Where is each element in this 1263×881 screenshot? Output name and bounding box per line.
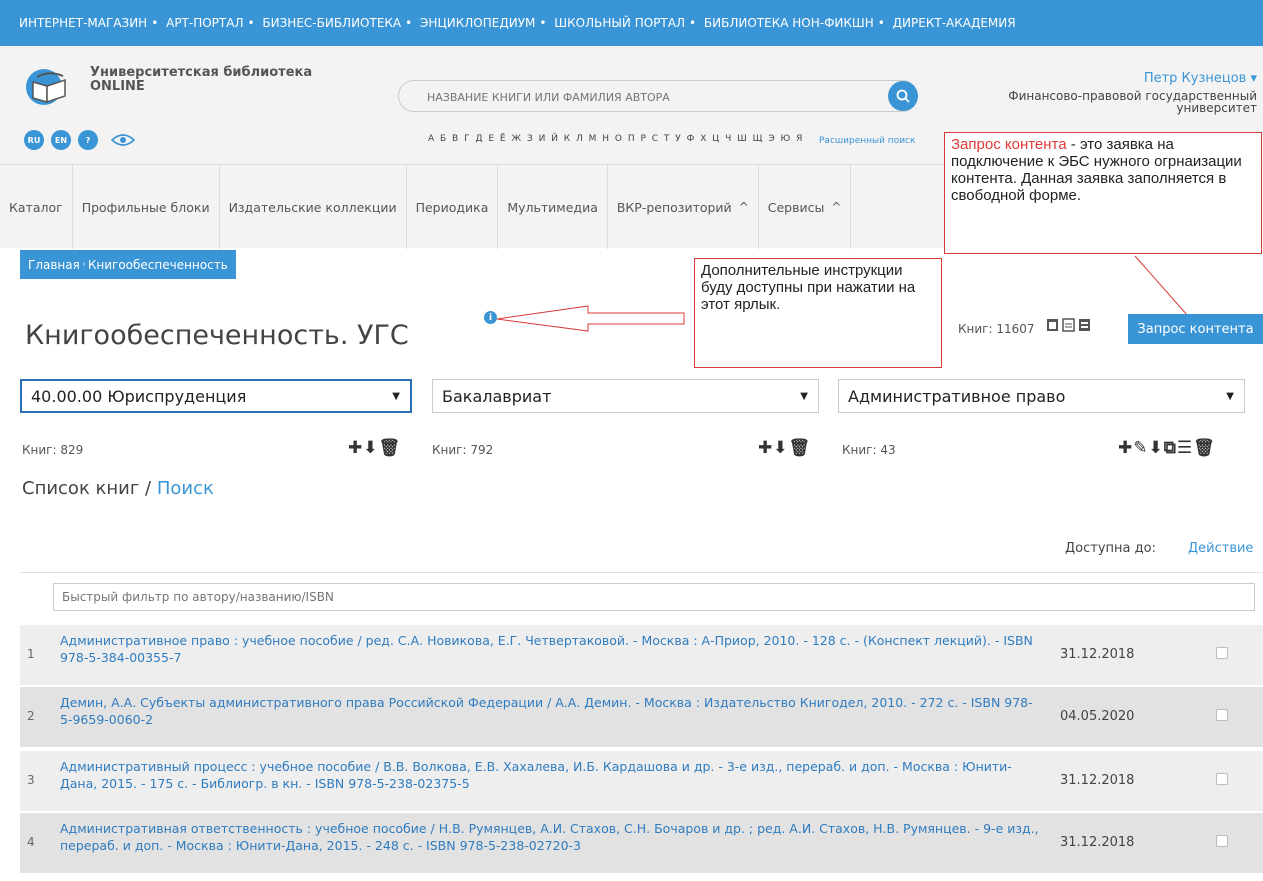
portal-link-shop[interactable]: ИНТЕРНЕТ-МАГАЗИН bbox=[19, 16, 147, 30]
table-row: 3 Административный процесс : учебное пос… bbox=[20, 751, 1263, 811]
help-button[interactable]: ? bbox=[78, 130, 98, 150]
language-switcher: RU EN ? bbox=[24, 130, 135, 150]
table-row: 4 Административная ответственность : уче… bbox=[20, 813, 1263, 873]
nav-multimedia[interactable]: Мультимедиа bbox=[498, 165, 608, 249]
chevron-up-icon: ^ bbox=[831, 200, 842, 214]
table-row: 1 Административное право : учебное пособ… bbox=[20, 625, 1263, 685]
info-icon[interactable]: i bbox=[484, 311, 497, 324]
search-icon bbox=[896, 89, 910, 103]
book-link[interactable]: Административная ответственность : учебн… bbox=[60, 820, 1045, 854]
breadcrumb: Главная › Книгообеспеченность bbox=[20, 250, 236, 279]
table-row: 2 Демин, А.А. Субъекты административного… bbox=[20, 687, 1263, 747]
column-header-available-until: Доступна до: bbox=[1065, 541, 1156, 556]
book-link[interactable]: Административное право : учебное пособие… bbox=[60, 632, 1045, 666]
user-menu[interactable]: Петр Кузнецов ▾ bbox=[1144, 71, 1257, 86]
alphabet-index[interactable]: А Б В Г Д Е Ё Ж З И Й К Л М Н О П Р С Т … bbox=[428, 134, 804, 144]
top-portal-bar: ИНТЕРНЕТ-МАГАЗИН • АРТ-ПОРТАЛ • БИЗНЕС-БИБ… bbox=[0, 0, 1263, 46]
quick-filter-row bbox=[20, 572, 1263, 624]
available-until-date: 04.05.2020 bbox=[1060, 709, 1135, 724]
row-number: 2 bbox=[27, 709, 35, 723]
document-icon[interactable] bbox=[1062, 318, 1075, 332]
level-book-count: Книг: 792 bbox=[432, 443, 494, 457]
advanced-search-link[interactable]: Расширенный поиск bbox=[819, 136, 915, 146]
book-link[interactable]: Демин, А.А. Субъекты административного п… bbox=[60, 694, 1045, 728]
breadcrumb-current[interactable]: Книгообеспеченность bbox=[88, 258, 228, 272]
row-checkbox[interactable] bbox=[1216, 835, 1228, 847]
book-list-title: Список книг / Поиск bbox=[22, 478, 214, 499]
available-until-date: 31.12.2018 bbox=[1060, 773, 1135, 788]
portal-link-business[interactable]: БИЗНЕС-БИБЛИОТЕКА bbox=[262, 16, 401, 30]
discipline-book-count: Книг: 43 bbox=[842, 443, 896, 457]
eye-icon[interactable] bbox=[111, 133, 135, 147]
content-request-button[interactable]: Запрос контента bbox=[1128, 314, 1263, 344]
excel-icon[interactable] bbox=[1046, 318, 1059, 332]
portal-link-art[interactable]: АРТ-ПОРТАЛ bbox=[166, 16, 243, 30]
nav-profile-blocks[interactable]: Профильные блоки bbox=[73, 165, 220, 249]
nav-publisher-collections[interactable]: Издательские коллекции bbox=[220, 165, 407, 249]
nav-periodicals[interactable]: Периодика bbox=[407, 165, 499, 249]
column-header-action[interactable]: Действие bbox=[1188, 541, 1253, 556]
specialty-select[interactable]: 40.00.00 Юриспруденция ▼ bbox=[20, 379, 412, 413]
dropdown-arrow-icon: ▼ bbox=[392, 390, 400, 402]
library-logo-text[interactable]: Университетская библиотека ONLINE bbox=[90, 66, 312, 94]
book-link[interactable]: Административный процесс : учебное пособ… bbox=[60, 758, 1045, 792]
nav-catalog[interactable]: Каталог bbox=[0, 165, 73, 249]
page-title: Книгообеспеченность. УГС bbox=[25, 320, 409, 351]
row-checkbox[interactable] bbox=[1216, 647, 1228, 659]
portal-link-encyclopedia[interactable]: ЭНЦИКЛОПЕДИУМ bbox=[420, 16, 535, 30]
row-number: 3 bbox=[27, 773, 35, 787]
available-until-date: 31.12.2018 bbox=[1060, 835, 1135, 850]
available-until-date: 31.12.2018 bbox=[1060, 647, 1135, 662]
nav-services[interactable]: Сервисы ^ bbox=[759, 165, 852, 249]
specialty-book-count: Книг: 829 bbox=[22, 443, 84, 457]
export-icons bbox=[1046, 318, 1091, 332]
row-checkbox[interactable] bbox=[1216, 773, 1228, 785]
chevron-up-icon: ^ bbox=[738, 200, 749, 214]
content-request-callout: Запрос контента - это заявка на подключе… bbox=[944, 132, 1262, 254]
portal-link-direct-academy[interactable]: ДИРЕКТ-АКАДЕМИЯ bbox=[893, 16, 1016, 30]
lang-ru-button[interactable]: RU bbox=[24, 130, 44, 150]
user-organization: Финансово-правовой государственный униве… bbox=[1008, 89, 1257, 115]
row-number: 4 bbox=[27, 835, 35, 849]
row-number: 1 bbox=[27, 647, 35, 661]
breadcrumb-home[interactable]: Главная bbox=[28, 258, 80, 272]
level-select[interactable]: Бакалавриат ▼ bbox=[432, 379, 819, 413]
info-callout: Дополнительные инструкции буду доступны … bbox=[694, 258, 942, 368]
portal-link-nonfiction[interactable]: БИБЛИОТЕКА НОН-ФИКШН bbox=[704, 16, 874, 30]
search-button[interactable] bbox=[888, 81, 918, 111]
dropdown-arrow-icon: ▼ bbox=[1226, 390, 1234, 402]
level-tools[interactable]: ✚⬇🗑 bbox=[758, 438, 811, 458]
discipline-tools[interactable]: ✚✎⬇⧉☰🗑 bbox=[1118, 438, 1216, 458]
search-box bbox=[398, 80, 918, 112]
quick-filter-input[interactable] bbox=[53, 583, 1255, 611]
search-input[interactable] bbox=[427, 89, 867, 105]
lang-en-button[interactable]: EN bbox=[51, 130, 71, 150]
discipline-select[interactable]: Административное право ▼ bbox=[838, 379, 1245, 413]
row-checkbox[interactable] bbox=[1216, 709, 1228, 721]
library-logo-icon[interactable] bbox=[25, 68, 73, 106]
portal-link-school[interactable]: ШКОЛЬНЫЙ ПОРТАЛ bbox=[554, 16, 685, 30]
dropdown-arrow-icon: ▼ bbox=[800, 390, 808, 402]
nav-vkr-repository[interactable]: ВКР-репозиторий ^ bbox=[608, 165, 759, 249]
list-search-link[interactable]: Поиск bbox=[157, 478, 214, 499]
table-icon[interactable] bbox=[1078, 318, 1091, 332]
total-books-count: Книг: 11607 bbox=[958, 322, 1035, 336]
specialty-tools[interactable]: ✚⬇🗑 bbox=[348, 438, 401, 458]
breadcrumb-arrow-icon: › bbox=[81, 259, 86, 270]
